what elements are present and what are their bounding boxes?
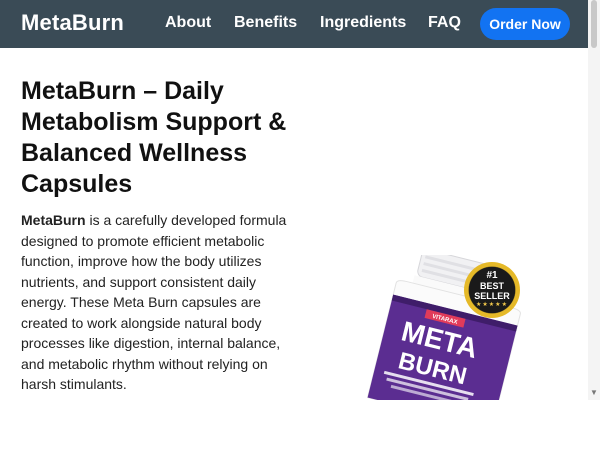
nav-link-about[interactable]: About [165, 14, 211, 32]
hero-description: MetaBurn is a carefully developed formul… [21, 210, 296, 395]
order-now-button[interactable]: Order Now [480, 8, 570, 40]
brand-logo-link[interactable]: MetaBurn [21, 10, 124, 36]
badge-seller: SELLER [474, 291, 510, 301]
page-title: MetaBurn – Daily Metabolism Support & Ba… [21, 77, 287, 198]
nav-link-ingredients[interactable]: Ingredients [320, 14, 406, 32]
description-brand-name: MetaBurn [21, 212, 86, 228]
description-text: is a carefully developed formula designe… [21, 212, 287, 392]
badge-stars: ★★★★★ [476, 302, 508, 308]
page-bottom-area [0, 400, 600, 450]
nav-link-benefits[interactable]: Benefits [234, 14, 297, 32]
scrollbar-thumb[interactable] [591, 0, 597, 48]
best-seller-badge: #1 BEST SELLER ★★★★★ [464, 262, 520, 318]
scroll-down-arrow-icon[interactable]: ▼ [589, 388, 599, 398]
badge-rank: #1 [486, 270, 498, 281]
badge-best: BEST [479, 281, 504, 291]
page-scrollbar[interactable] [588, 0, 600, 400]
nav-link-faq[interactable]: FAQ [428, 14, 461, 32]
top-navbar: MetaBurn About Benefits Ingredients FAQ … [0, 0, 588, 48]
